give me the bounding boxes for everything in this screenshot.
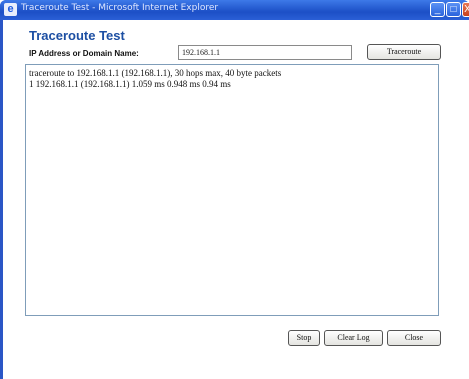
stop-button[interactable]: Stop xyxy=(288,330,320,346)
maximize-button[interactable]: □ xyxy=(446,2,461,17)
title-bar[interactable]: e Traceroute Test - Microsoft Internet E… xyxy=(0,0,469,20)
ip-address-label: IP Address or Domain Name: xyxy=(29,49,139,58)
ie-icon: e xyxy=(4,3,17,16)
traceroute-button[interactable]: Traceroute xyxy=(367,44,441,60)
ip-address-input[interactable]: 192.168.1.1 xyxy=(178,45,352,60)
minimize-button[interactable]: _ xyxy=(430,2,445,17)
close-button[interactable]: Close xyxy=(387,330,441,346)
close-window-button[interactable]: X xyxy=(462,2,469,17)
page-title: Traceroute Test xyxy=(29,28,125,43)
log-line: traceroute to 192.168.1.1 (192.168.1.1),… xyxy=(29,68,282,78)
clear-log-button[interactable]: Clear Log xyxy=(324,330,383,346)
browser-window: e Traceroute Test - Microsoft Internet E… xyxy=(0,0,469,379)
traceroute-log[interactable]: traceroute to 192.168.1.1 (192.168.1.1),… xyxy=(25,64,439,316)
log-line: 1 192.168.1.1 (192.168.1.1) 1.059 ms 0.9… xyxy=(29,79,231,89)
window-title: Traceroute Test - Microsoft Internet Exp… xyxy=(21,3,219,13)
